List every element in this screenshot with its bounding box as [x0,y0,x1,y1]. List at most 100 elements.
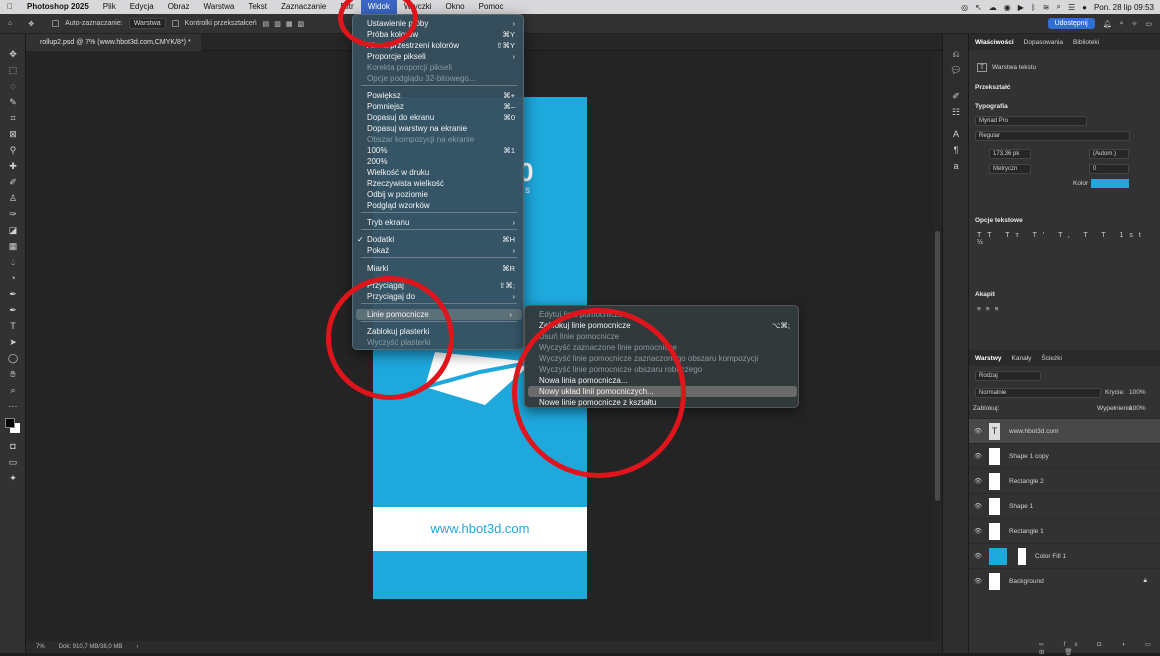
vertical-scrollbar[interactable] [934,51,942,641]
layer-row[interactable]: 👁︎ Rectangle 2 [969,468,1160,493]
layer-name[interactable]: Shape 1 [1009,503,1033,510]
font-family-select[interactable]: Myriad Pro [975,116,1087,126]
paragraph-section[interactable]: Akapit [975,291,995,298]
history-brush-icon[interactable]: ✑ [0,206,26,222]
zoom-level[interactable]: 7% [36,644,45,650]
crop-tool-icon[interactable]: ⌗ [0,110,26,126]
leading-field[interactable]: (Autom.) [1089,149,1129,159]
blur-tool-icon[interactable]: 💧︎ [0,254,26,270]
layer-row[interactable]: 👁︎ Rectangle 1 [969,518,1160,543]
comments-icon[interactable]: 💬︎ [943,62,969,78]
type-tool-icon[interactable]: T [0,318,26,334]
generative-icon[interactable]: ✦ [0,470,26,486]
layer-row-text[interactable]: 👁︎ T www.hbot3d.com [969,418,1160,443]
chevron-right-icon[interactable]: › [136,644,138,650]
blend-mode-select[interactable]: Normalnie [975,388,1101,398]
move-tool-icon[interactable]: ✥ [0,46,26,62]
shape-tool-icon[interactable]: ◯ [0,350,26,366]
menu-item-dodatki[interactable]: ✓ Dodatki ⌘H [353,234,525,245]
layer-footer-icons[interactable]: ∞ fx ◘ ◑ ▭ ⊞ 🗑︎ [1039,640,1160,656]
healing-tool-icon[interactable]: ✚ [0,158,26,174]
menu-edycja[interactable]: Edycja [123,0,161,14]
app-menu[interactable]: Photoshop 2025 [20,0,96,14]
menu-plik[interactable]: Plik [96,0,123,14]
gradient-tool-icon[interactable]: ▦ [0,238,26,254]
notifications-icon[interactable]: 🔔︎ [1103,20,1112,28]
layer-filter-select[interactable]: Rodzaj [975,371,1041,381]
status-icon[interactable]: ◎ [961,3,968,12]
tab-adjustments[interactable]: Dopasowania [1024,39,1063,46]
text-color-swatch[interactable] [1091,179,1129,188]
wifi-icon[interactable]: ≋ [1043,3,1050,12]
character-icon[interactable]: A [943,126,969,142]
apple-icon[interactable]:  [0,0,20,14]
brush-tool-icon[interactable]: ✐ [0,174,26,190]
path-select-icon[interactable]: ➤ [0,334,26,350]
search-icon[interactable]: ⌕ [1056,2,1060,12]
airdrop-icon[interactable]: ◉ [1004,3,1011,12]
play-icon[interactable]: ▶ [1018,3,1024,12]
font-style-select[interactable]: Regular [975,131,1130,141]
layer-name[interactable]: Rectangle 2 [1009,478,1044,485]
stamp-tool-icon[interactable]: ♙ [0,190,26,206]
search-icon[interactable]: ⌕ [1120,20,1124,28]
visibility-eye-icon[interactable]: 👁︎ [969,552,987,560]
menu-item-proporcje-pikseli[interactable]: Proporcje pikseli › [353,51,525,62]
paragraph-icon[interactable]: ¶ [943,142,969,158]
layer-name[interactable]: www.hbot3d.com [1009,428,1059,435]
eyedropper-tool-icon[interactable]: ⚲ [0,142,26,158]
fill-value[interactable]: 100% [1129,405,1146,412]
menu-item-dopasuj-do-ekranu[interactable]: Dopasuj do ekranu ⌘0 [353,112,525,123]
menu-item-100[interactable]: 100% ⌘1 [353,145,525,156]
paragraph-align-icons[interactable]: ≡≡≡ [977,306,1003,313]
zoom-tool-icon[interactable]: ⌕ [0,382,26,398]
tab-libraries[interactable]: Biblioteki [1073,39,1099,46]
tab-layers[interactable]: Warstwy [975,355,1002,362]
auto-select-checkbox[interactable] [52,20,60,27]
home-icon[interactable]: ⌂ [8,20,12,27]
menu-item-miarki[interactable]: Miarki ⌘R [353,263,525,274]
layer-row[interactable]: 👁︎ Color Fill 1 [969,543,1160,568]
menu-item-200[interactable]: 200% [353,156,525,167]
layer-name[interactable]: Color Fill 1 [1035,553,1066,560]
transform-controls-checkbox[interactable] [171,20,179,27]
align-icons[interactable]: ▤▥▦▧ [263,20,309,28]
transform-section[interactable]: Przekształć [975,84,1010,91]
menu-tekst[interactable]: Tekst [241,0,274,14]
menu-obraz[interactable]: Obraz [161,0,197,14]
menu-warstwa[interactable]: Warstwa [197,0,242,14]
glyphs-icon[interactable]: a [943,158,969,174]
visibility-eye-icon[interactable]: 👁︎ [969,577,987,585]
visibility-eye-icon[interactable]: 👁︎ [969,502,987,510]
visibility-eye-icon[interactable]: 👁︎ [969,527,987,535]
more-tools-icon[interactable]: ··· [0,398,26,414]
pen-tool-icon[interactable]: ✒ [0,286,26,302]
menu-item-rzeczywista-wielkosc[interactable]: Rzeczywista wielkość [353,178,525,189]
creative-cloud-icon[interactable]: ☁ [989,3,997,12]
color-swatches-icon[interactable] [0,414,26,438]
opacity-value[interactable]: 100% [1129,389,1146,396]
control-center-icon[interactable]: ☰ [1068,3,1075,12]
menu-item-powieksz[interactable]: Powiększ ⌘+ [353,90,525,101]
move-tool-icon[interactable]: ✥ [28,20,34,28]
lightbulb-icon[interactable]: ✧ [1132,20,1138,28]
menu-item-wielkosc-w-druku[interactable]: Wielkość w druku [353,167,525,178]
lasso-tool-icon[interactable]: ◌ [0,78,26,94]
tab-properties[interactable]: Właściwości [975,39,1014,46]
text-options-icons[interactable]: TT Tт T' T, T T 1st ½ [977,232,1160,246]
quick-select-tool-icon[interactable]: ✎ [0,94,26,110]
layer-row[interactable]: 👁︎ Background 🔒︎ [969,568,1160,593]
tab-channels[interactable]: Kanały [1012,355,1032,362]
quick-mask-icon[interactable]: ◘ [0,438,26,454]
menu-item-odbij-w-poziomie[interactable]: Odbij w poziomie [353,189,525,200]
layer-row[interactable]: 👁︎ Shape 1 [969,493,1160,518]
dodge-tool-icon[interactable]: ◔ [0,270,26,286]
menu-zaznaczanie[interactable]: Zaznaczanie [274,0,333,14]
frame-tool-icon[interactable]: ⊠ [0,126,26,142]
siri-icon[interactable]: ● [1082,3,1087,12]
eraser-tool-icon[interactable]: ◪ [0,222,26,238]
visibility-eye-icon[interactable]: 👁︎ [969,477,987,485]
lock-icon[interactable]: 🔒︎ [1144,577,1147,585]
marquee-tool-icon[interactable]: ⬚ [0,62,26,78]
layer-select-dropdown[interactable]: Warstwa [128,18,166,29]
